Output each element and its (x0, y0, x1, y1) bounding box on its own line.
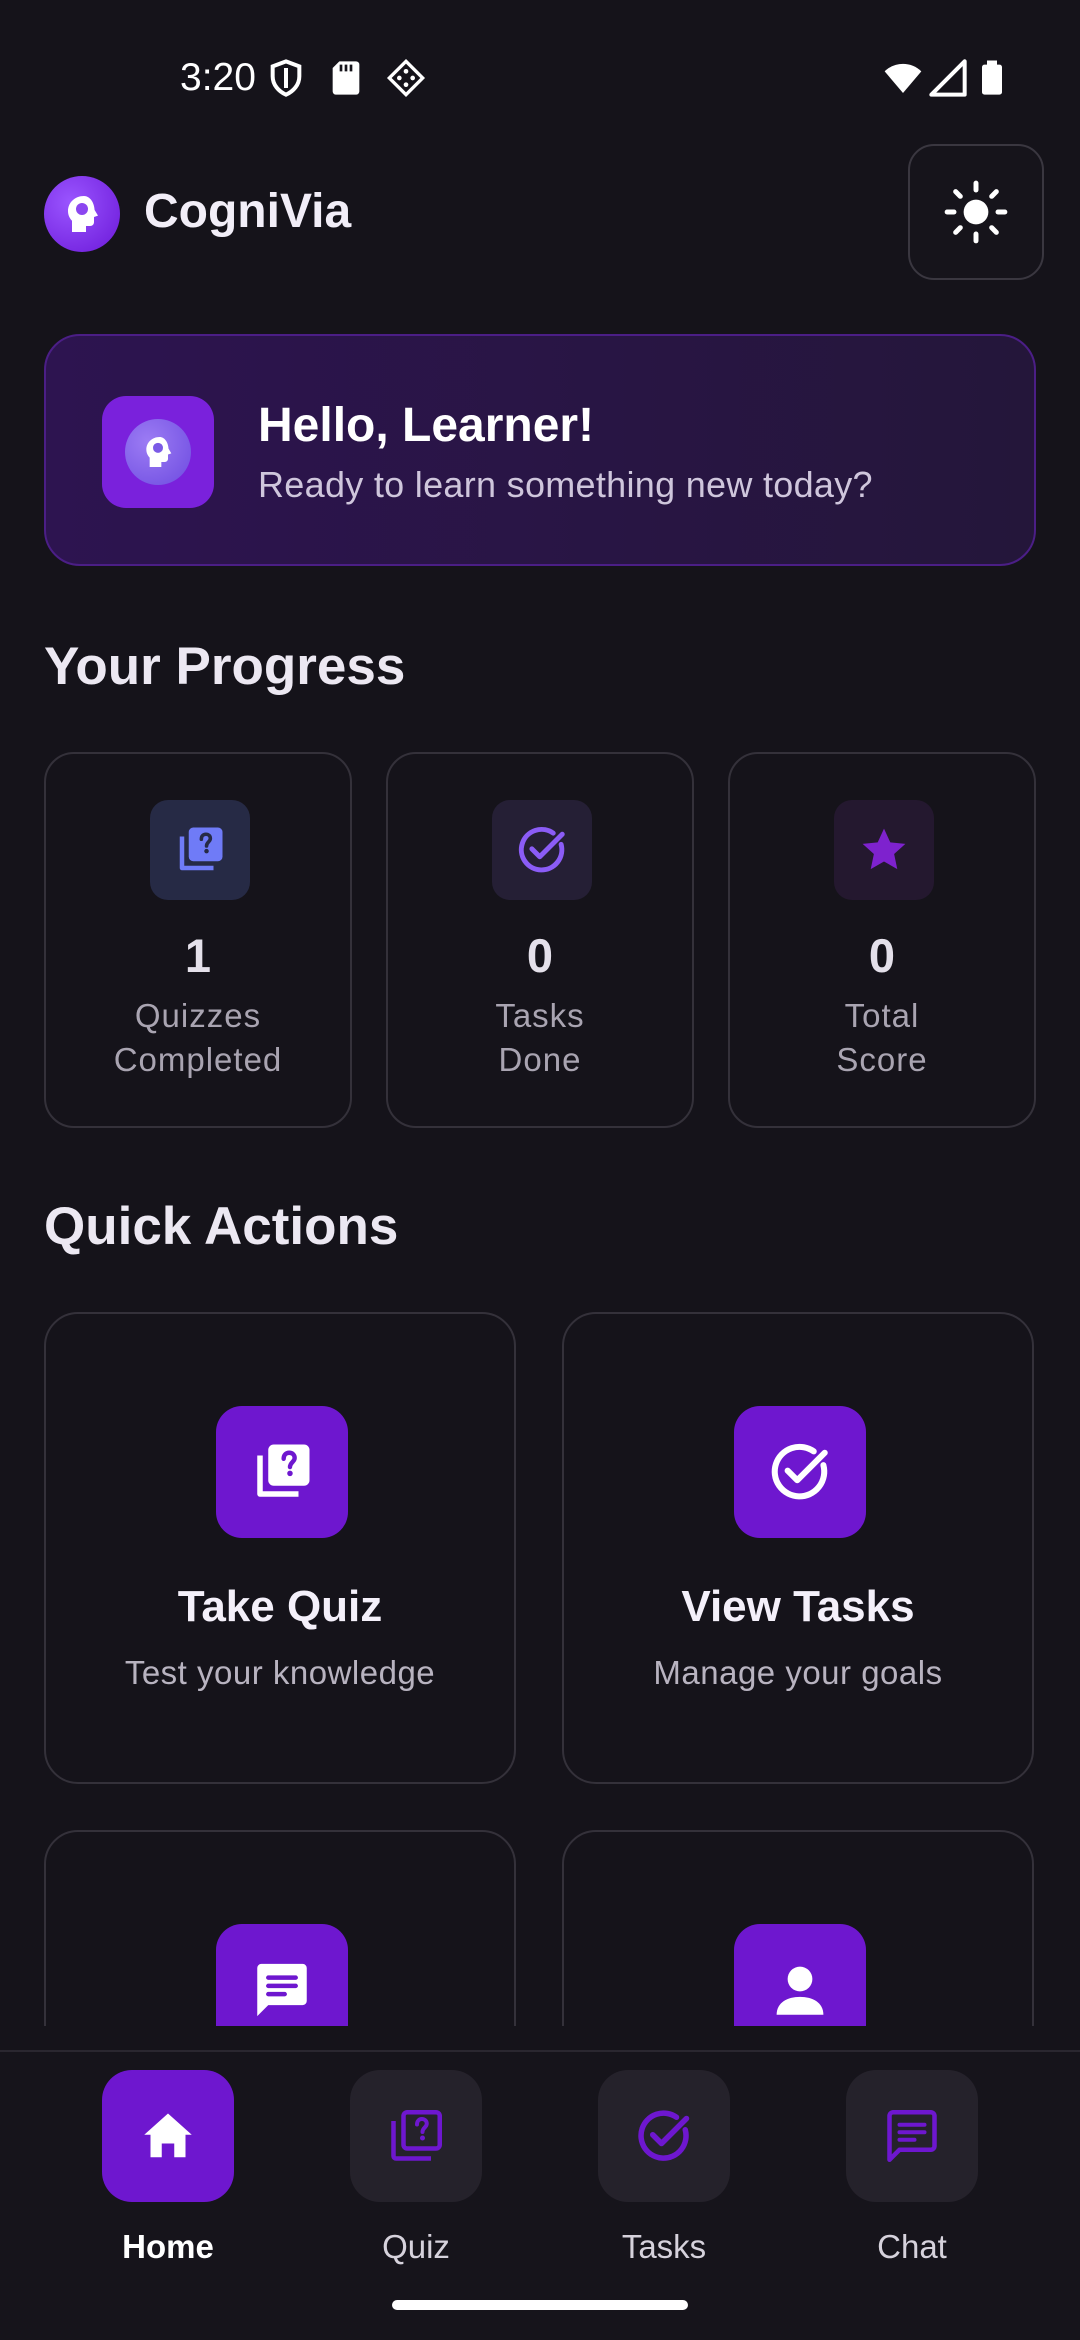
take-quiz-card[interactable]: Take Quiz Test your knowledge (44, 1312, 516, 1784)
app-header: CogniVia (44, 144, 1044, 282)
wifi-icon (880, 58, 926, 98)
brain-head-icon (125, 419, 191, 485)
home-icon (102, 2070, 234, 2202)
stat-value: 1 (184, 929, 212, 982)
stat-label: Tasks Done (495, 997, 585, 1078)
chat-action-card[interactable] (44, 1830, 516, 2026)
check-circle-icon (492, 800, 592, 900)
nav-label: Tasks (621, 2228, 707, 2265)
sd-card-icon (326, 58, 366, 98)
quiz-icon (150, 800, 250, 900)
quiz-icon (350, 2070, 482, 2202)
quiz-icon (216, 1406, 348, 1538)
status-bar: 3:20 (0, 0, 1080, 130)
brain-head-icon (44, 176, 120, 252)
battery-icon (972, 58, 1012, 98)
app-name: CogniVia (144, 185, 352, 238)
greeting-card: Hello, Learner! Ready to learn something… (44, 334, 1036, 566)
greeting-icon-tile (102, 396, 214, 508)
shield-icon (266, 58, 306, 98)
check-circle-icon (598, 2070, 730, 2202)
nav-item-tasks[interactable]: Tasks (564, 2070, 764, 2280)
action-title: Take Quiz (177, 1582, 383, 1631)
stat-value: 0 (868, 929, 896, 982)
action-subtitle: Test your knowledge (124, 1654, 436, 1691)
nav-item-chat[interactable]: Chat (812, 2070, 1012, 2280)
nav-label: Quiz (382, 2228, 450, 2265)
greeting-title: Hello, Learner! (258, 399, 595, 452)
stat-card-score: 0 Total Score (728, 752, 1036, 1128)
theme-toggle-button[interactable] (908, 144, 1044, 280)
star-icon (834, 800, 934, 900)
action-title: View Tasks (681, 1582, 915, 1631)
stat-label: Quizzes Completed (113, 997, 283, 1078)
home-indicator[interactable] (392, 2300, 688, 2310)
stat-label: Total Score (836, 997, 928, 1078)
greeting-subtitle: Ready to learn something new today? (258, 464, 873, 505)
chat-icon (216, 1924, 348, 2026)
nav-item-home[interactable]: Home (68, 2070, 268, 2280)
nav-label: Chat (877, 2228, 947, 2265)
check-circle-icon (734, 1406, 866, 1538)
stat-value: 0 (526, 929, 554, 982)
diamond-grid-icon (386, 58, 426, 98)
status-time: 3:20 (180, 56, 256, 99)
action-subtitle: Manage your goals (653, 1654, 943, 1691)
person-icon (734, 1924, 866, 2026)
nav-item-quiz[interactable]: Quiz (316, 2070, 516, 2280)
sun-icon (944, 180, 1008, 244)
quick-actions-section-title: Quick Actions (44, 1197, 399, 1256)
chat-icon (846, 2070, 978, 2202)
nav-label: Home (122, 2228, 214, 2265)
view-tasks-card[interactable]: View Tasks Manage your goals (562, 1312, 1034, 1784)
home-screen: 3:20 CogniVia Hello, Learner! Ready to l… (0, 0, 1080, 2340)
profile-action-card[interactable] (562, 1830, 1034, 2026)
signal-icon (928, 58, 968, 98)
stat-card-tasks: 0 Tasks Done (386, 752, 694, 1128)
scroll-clip (0, 1800, 1080, 2026)
bottom-navigation: Home Quiz Tasks Chat (0, 2050, 1080, 2340)
stat-card-quizzes: 1 Quizzes Completed (44, 752, 352, 1128)
progress-section-title: Your Progress (44, 637, 406, 696)
